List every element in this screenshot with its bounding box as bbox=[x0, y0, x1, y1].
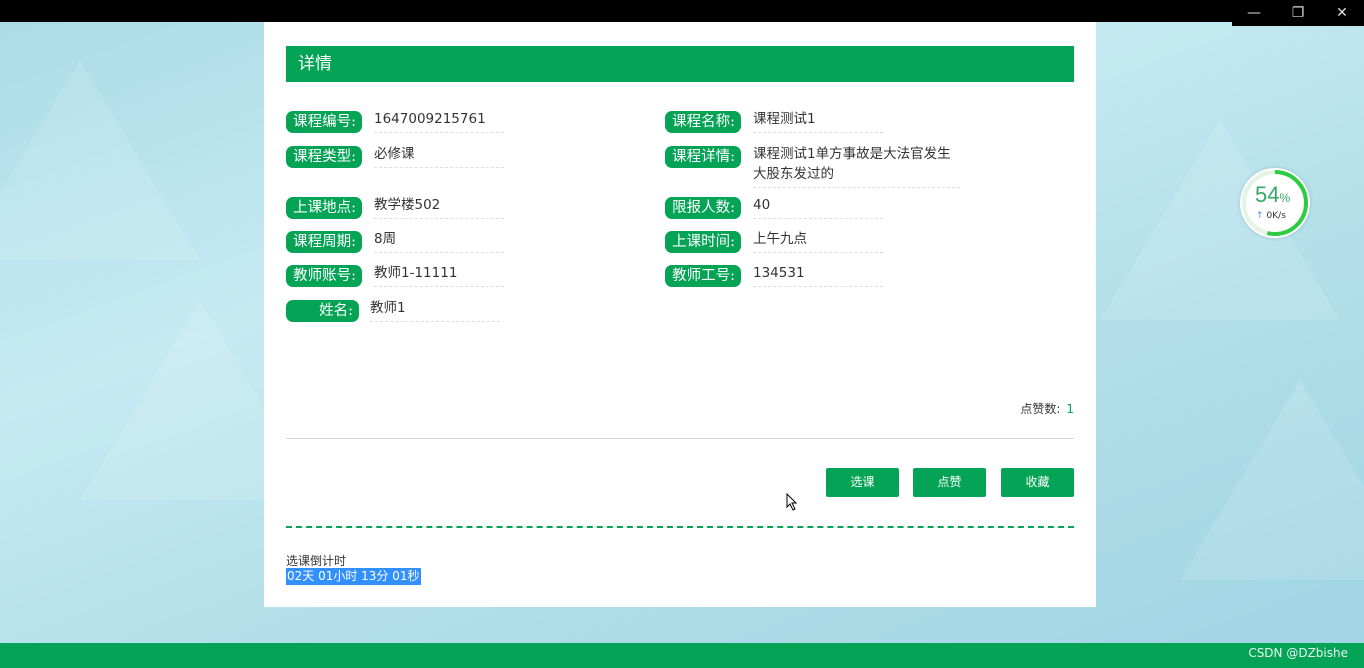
field-label: 教师账号: bbox=[286, 265, 362, 287]
bg-shape bbox=[1180, 380, 1364, 580]
speed-percent-sign: % bbox=[1279, 191, 1291, 205]
field-value: 教师1 bbox=[370, 298, 500, 322]
minimize-icon[interactable]: — bbox=[1232, 0, 1276, 26]
field-value: 1647009215761 bbox=[374, 109, 504, 133]
page-title: 详情 bbox=[286, 46, 1074, 82]
field-value: 8周 bbox=[374, 229, 504, 253]
close-icon[interactable]: ✕ bbox=[1320, 0, 1364, 26]
field-value: 课程测试1 bbox=[753, 109, 883, 133]
window-controls: — ❐ ✕ bbox=[1232, 0, 1364, 26]
favorite-button[interactable]: 收藏 bbox=[1001, 468, 1074, 497]
countdown-label: 选课倒计时 bbox=[286, 554, 347, 568]
countdown-value: 02天 01小时 13分 01秒 bbox=[286, 568, 421, 585]
field-label: 上课时间: bbox=[665, 231, 741, 253]
field-label: 课程详情: bbox=[665, 146, 741, 168]
mouse-cursor-icon bbox=[786, 493, 798, 511]
field-value: 上午九点 bbox=[753, 229, 883, 253]
like-button[interactable]: 点赞 bbox=[913, 468, 986, 497]
field-label: 课程周期: bbox=[286, 231, 362, 253]
field-label: 教师工号: bbox=[665, 265, 741, 287]
field-label: 课程编号: bbox=[286, 111, 362, 133]
field-value: 教师1-11111 bbox=[374, 263, 504, 287]
field-label: 上课地点: bbox=[286, 197, 362, 219]
speed-rate: ↑ 0K/s bbox=[1256, 211, 1286, 221]
field-value: 134531 bbox=[753, 263, 883, 287]
like-count-value: 1 bbox=[1066, 402, 1074, 416]
speed-percent-value: 54 bbox=[1255, 182, 1280, 207]
footer-bar: CSDN @DZbishe bbox=[0, 643, 1364, 668]
upload-arrow-icon: ↑ bbox=[1256, 211, 1264, 221]
like-count-label: 点赞数: bbox=[1020, 402, 1061, 416]
field-label: 课程类型: bbox=[286, 146, 362, 168]
field-value: 课程测试1单方事故是大法官发生大股东发过的 bbox=[753, 144, 960, 188]
like-count: 点赞数: 1 bbox=[1020, 400, 1074, 417]
network-speed-widget[interactable]: 54% ↑ 0K/s bbox=[1240, 168, 1310, 238]
speed-rate-value: 0K/s bbox=[1266, 211, 1286, 221]
field-value: 40 bbox=[753, 195, 883, 219]
select-course-button[interactable]: 选课 bbox=[826, 468, 899, 497]
window-titlebar bbox=[0, 0, 1364, 22]
watermark: CSDN @DZbishe bbox=[1248, 646, 1348, 660]
divider bbox=[286, 438, 1074, 439]
field-value: 必修课 bbox=[374, 144, 504, 168]
detail-panel: 详情 课程编号: 1647009215761 课程类型: 必修课 上课地点: 教… bbox=[264, 22, 1096, 607]
field-label: 姓名: bbox=[286, 300, 359, 322]
dashed-divider bbox=[286, 526, 1074, 528]
field-label: 课程名称: bbox=[665, 111, 741, 133]
bg-shape bbox=[0, 60, 200, 260]
speed-percent: 54% bbox=[1255, 182, 1290, 208]
field-value: 教学楼502 bbox=[374, 195, 504, 219]
field-label: 限报人数: bbox=[665, 197, 741, 219]
restore-icon[interactable]: ❐ bbox=[1276, 0, 1320, 26]
